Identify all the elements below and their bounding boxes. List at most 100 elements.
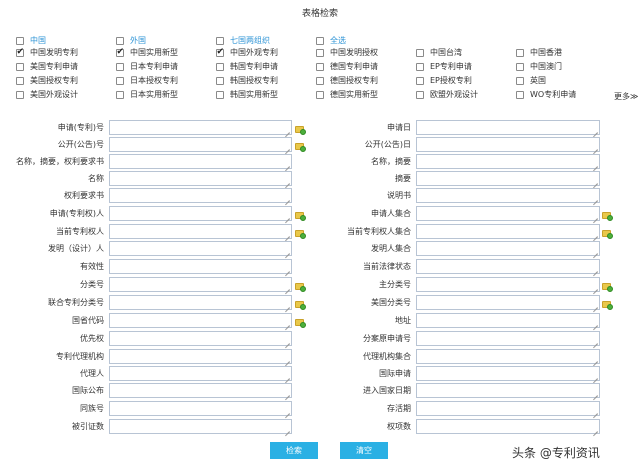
checkbox-db-0-3[interactable]: 中国发明授权 — [316, 46, 378, 59]
checkbox-db-0-1[interactable]: 中国实用新型 — [116, 46, 178, 59]
field-input-r-11[interactable] — [416, 313, 600, 328]
folder-add-icon[interactable] — [602, 300, 613, 310]
checkbox-box[interactable] — [216, 76, 224, 85]
checkbox-box[interactable] — [516, 62, 524, 71]
checkbox-box[interactable] — [216, 47, 224, 57]
checkbox-box[interactable] — [116, 62, 124, 71]
field-input-r-12[interactable] — [416, 331, 600, 346]
checkbox-box[interactable] — [316, 62, 324, 71]
checkbox-box[interactable] — [116, 76, 124, 85]
field-label-r-8: 当前法律状态 — [363, 262, 411, 271]
field-label-r-17: 权项数 — [387, 422, 411, 431]
field-input-r-1[interactable] — [416, 137, 600, 152]
field-label-r-15: 进入国家日期 — [363, 386, 411, 395]
checkbox-db-1-1[interactable]: 日本专利申请 — [116, 60, 178, 73]
field-label-r-10: 美国分类号 — [371, 298, 411, 307]
checkbox-box[interactable] — [116, 47, 124, 57]
checkbox-db-1-4[interactable]: EP专利申请 — [416, 60, 472, 73]
checkbox-label: EP专利申请 — [430, 62, 472, 71]
field-label-r-6: 当前专利权人集合 — [347, 227, 411, 236]
checkbox-db-3-0[interactable]: 美国外观设计 — [16, 88, 78, 101]
checkbox-box[interactable] — [16, 36, 24, 45]
field-label-r-7: 发明人集合 — [371, 244, 411, 253]
checkbox-db-3-5[interactable]: WO专利申请 — [516, 88, 576, 101]
checkbox-label: 韩国授权专利 — [230, 76, 278, 85]
checkbox-db-0-0[interactable]: 中国发明专利 — [16, 46, 78, 59]
field-input-r-15[interactable] — [416, 383, 600, 398]
field-input-r-6[interactable] — [416, 224, 600, 239]
checkbox-label: 外国 — [130, 36, 146, 45]
field-input-r-8[interactable] — [416, 259, 600, 274]
checkbox-db-3-2[interactable]: 韩国实用新型 — [216, 88, 278, 101]
checkbox-label: 美国专利申请 — [30, 62, 78, 71]
field-input-r-17[interactable] — [416, 419, 600, 434]
checkbox-db-0-2[interactable]: 中国外观专利 — [216, 46, 278, 59]
field-input-r-5[interactable] — [416, 206, 600, 221]
folder-add-icon[interactable] — [602, 282, 613, 292]
checkbox-db-1-5[interactable]: 中国澳门 — [516, 60, 562, 73]
field-label-r-2: 名称，摘要 — [371, 157, 411, 166]
folder-add-icon[interactable] — [602, 211, 613, 221]
field-input-r-14[interactable] — [416, 366, 600, 381]
field-input-r-2[interactable] — [416, 154, 600, 169]
checkbox-label: 日本专利申请 — [130, 62, 178, 71]
field-label-r-13: 代理机构集合 — [363, 352, 411, 361]
checkbox-db-2-3[interactable]: 德国授权专利 — [316, 74, 378, 87]
checkbox-label: 美国授权专利 — [30, 76, 78, 85]
checkbox-label: 七国两组织 — [230, 36, 270, 45]
checkbox-box[interactable] — [116, 90, 124, 99]
checkbox-db-2-1[interactable]: 日本授权专利 — [116, 74, 178, 87]
checkbox-db-1-3[interactable]: 德国专利申请 — [316, 60, 378, 73]
checkbox-box[interactable] — [316, 90, 324, 99]
checkbox-box[interactable] — [216, 36, 224, 45]
checkbox-box[interactable] — [16, 90, 24, 99]
field-input-r-4[interactable] — [416, 188, 600, 203]
checkbox-label: 中国澳门 — [530, 62, 562, 71]
checkbox-db-3-1[interactable]: 日本实用新型 — [116, 88, 178, 101]
checkbox-box[interactable] — [316, 36, 324, 45]
field-label-r-4: 说明书 — [387, 191, 411, 200]
checkbox-db-2-4[interactable]: EP授权专利 — [416, 74, 472, 87]
checkbox-box[interactable] — [516, 76, 524, 85]
field-input-r-0[interactable] — [416, 120, 600, 135]
checkbox-box[interactable] — [416, 48, 424, 57]
checkbox-box[interactable] — [16, 47, 24, 57]
checkbox-box[interactable] — [416, 76, 424, 85]
checkbox-box[interactable] — [216, 90, 224, 99]
field-input-r-13[interactable] — [416, 349, 600, 364]
checkbox-db-2-5[interactable]: 英国 — [516, 74, 546, 87]
field-label-r-16: 存活期 — [387, 404, 411, 413]
checkbox-db-1-0[interactable]: 美国专利申请 — [16, 60, 78, 73]
checkbox-db-2-2[interactable]: 韩国授权专利 — [216, 74, 278, 87]
checkbox-db-0-4[interactable]: 中国台湾 — [416, 46, 462, 59]
checkbox-box[interactable] — [416, 90, 424, 99]
checkbox-label: 中国实用新型 — [130, 48, 178, 57]
checkbox-db-3-4[interactable]: 欧盟外观设计 — [416, 88, 478, 101]
checkbox-db-2-0[interactable]: 美国授权专利 — [16, 74, 78, 87]
checkbox-box[interactable] — [316, 48, 324, 57]
folder-add-icon[interactable] — [602, 229, 613, 239]
checkbox-box[interactable] — [416, 62, 424, 71]
checkbox-box[interactable] — [316, 76, 324, 85]
search-button[interactable]: 检索 — [270, 442, 318, 459]
checkbox-box[interactable] — [16, 62, 24, 71]
checkbox-db-1-2[interactable]: 韩国专利申请 — [216, 60, 278, 73]
field-input-r-9[interactable] — [416, 277, 600, 292]
clear-button[interactable]: 清空 — [340, 442, 388, 459]
checkbox-box[interactable] — [116, 36, 124, 45]
checkbox-db-0-5[interactable]: 中国香港 — [516, 46, 562, 59]
field-label-r-3: 摘要 — [395, 174, 411, 183]
checkbox-box[interactable] — [516, 90, 524, 99]
more-link[interactable]: 更多≫ — [614, 91, 638, 102]
checkbox-label: 中国发明授权 — [330, 48, 378, 57]
checkbox-db-3-3[interactable]: 德国实用新型 — [316, 88, 378, 101]
field-input-r-16[interactable] — [416, 401, 600, 416]
field-input-r-7[interactable] — [416, 241, 600, 256]
checkbox-label: 中国香港 — [530, 48, 562, 57]
field-label-r-14: 国际申请 — [379, 369, 411, 378]
checkbox-box[interactable] — [216, 62, 224, 71]
checkbox-box[interactable] — [16, 76, 24, 85]
field-input-r-10[interactable] — [416, 295, 600, 310]
checkbox-box[interactable] — [516, 48, 524, 57]
field-input-r-3[interactable] — [416, 171, 600, 186]
